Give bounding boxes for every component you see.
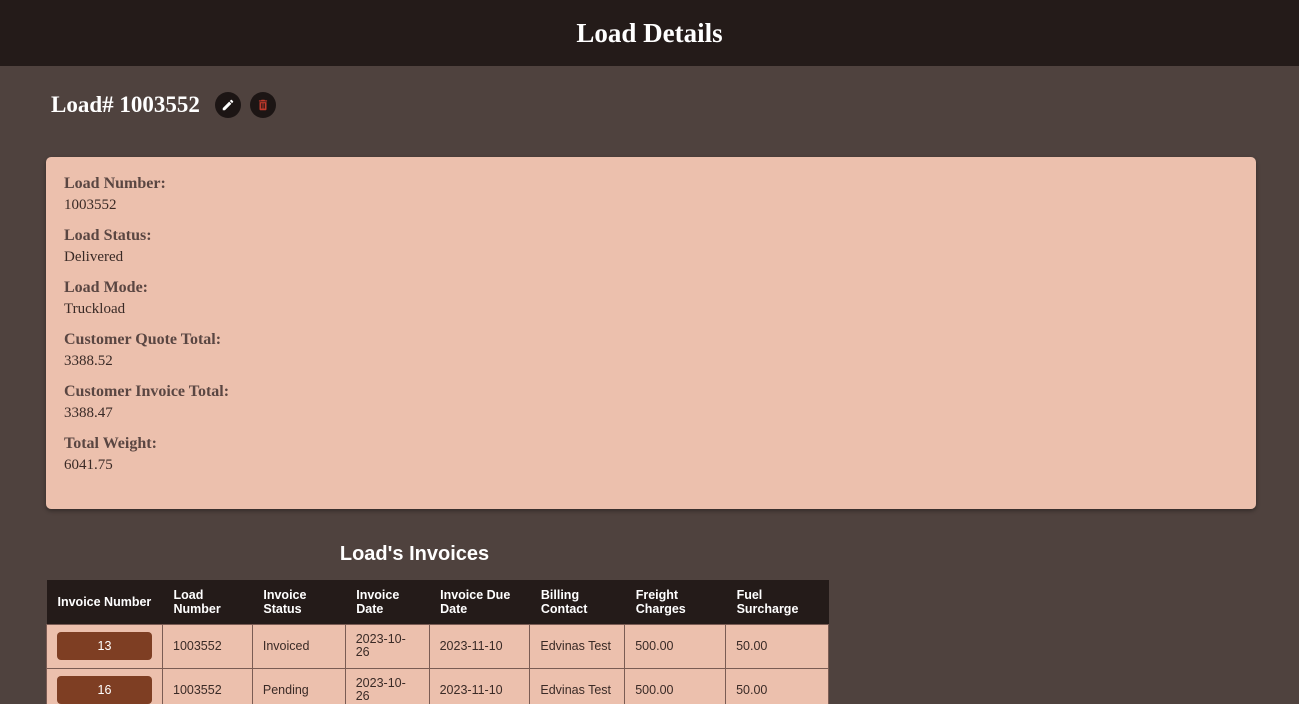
field-load-mode: Load Mode: Truckload: [64, 278, 1238, 321]
table-header-row: Invoice Number Load Number Invoice Statu…: [46, 580, 829, 624]
column-header-invoice-date: Invoice Date: [345, 580, 430, 624]
cell-invoice-due-date: 2023-11-10: [428, 667, 531, 704]
load-details-card: Load Number: 1003552 Load Status: Delive…: [46, 157, 1256, 509]
cell-fuel-surcharge: 50.00: [725, 667, 829, 704]
field-label: Load Mode:: [64, 279, 148, 296]
cell-load-number: 1003552: [162, 667, 253, 704]
load-heading: Load# 1003552: [51, 92, 200, 117]
load-header: Load# 1003552: [51, 92, 285, 118]
pencil-icon: [222, 99, 234, 111]
field-value: Truckload: [64, 301, 126, 317]
field-value: 3388.47: [64, 405, 113, 421]
column-header-fuel-surcharge: Fuel Surcharge: [725, 580, 829, 624]
cell-invoice-number: 16: [46, 667, 163, 704]
cell-load-number: 1003552: [162, 623, 253, 669]
cell-billing-contact: Edvinas Test: [529, 623, 626, 669]
top-header-bar: Load Details: [0, 0, 1299, 66]
cell-invoice-date: 2023-10-26: [344, 667, 430, 704]
field-value: 1003552: [64, 197, 117, 213]
column-header-load-number: Load Number: [162, 580, 253, 624]
field-label: Customer Quote Total:: [64, 331, 222, 348]
invoice-link-button[interactable]: 13: [57, 632, 152, 660]
cell-billing-contact: Edvinas Test: [529, 667, 626, 704]
field-label: Total Weight:: [64, 435, 157, 452]
cell-freight-charges: 500.00: [624, 667, 727, 704]
page-title: Load Details: [576, 17, 723, 48]
field-value: 3388.52: [64, 353, 113, 369]
invoices-section-title: Load's Invoices: [339, 543, 490, 565]
field-value: 6041.75: [64, 457, 113, 473]
field-total-weight: Total Weight: 6041.75: [64, 434, 1238, 477]
field-load-status: Load Status: Delivered: [64, 226, 1238, 269]
cell-invoice-status: Pending: [251, 667, 346, 704]
field-load-number: Load Number: 1003552: [64, 174, 1238, 217]
cell-fuel-surcharge: 50.00: [725, 623, 829, 669]
field-label: Customer Invoice Total:: [64, 383, 230, 400]
cell-freight-charges: 500.00: [624, 623, 727, 669]
field-label: Load Number:: [64, 175, 166, 192]
trash-icon: [258, 99, 267, 111]
field-label: Load Status:: [64, 227, 152, 244]
edit-load-button[interactable]: [214, 92, 241, 118]
cell-invoice-status: Invoiced: [251, 623, 346, 669]
column-header-invoice-number: Invoice Number: [46, 580, 163, 624]
column-header-freight-charges: Freight Charges: [624, 580, 726, 624]
cell-invoice-number: 13: [46, 623, 163, 669]
column-header-invoice-due-date: Invoice Due Date: [429, 580, 530, 624]
table-row: 13 1003552 Invoiced 2023-10-26 2023-11-1…: [46, 623, 829, 669]
column-header-billing-contact: Billing Contact: [529, 580, 625, 624]
field-value: Delivered: [64, 249, 124, 265]
field-customer-invoice-total: Customer Invoice Total: 3388.47: [64, 382, 1238, 425]
field-customer-quote-total: Customer Quote Total: 3388.52: [64, 330, 1238, 373]
column-header-invoice-status: Invoice Status: [252, 580, 346, 624]
invoice-link-button[interactable]: 16: [57, 676, 152, 704]
cell-invoice-due-date: 2023-11-10: [428, 623, 531, 669]
delete-load-button[interactable]: [249, 92, 276, 118]
table-row: 16 1003552 Pending 2023-10-26 2023-11-10…: [46, 667, 829, 704]
invoices-table: Invoice Number Load Number Invoice Statu…: [46, 580, 829, 704]
cell-invoice-date: 2023-10-26: [344, 623, 430, 669]
